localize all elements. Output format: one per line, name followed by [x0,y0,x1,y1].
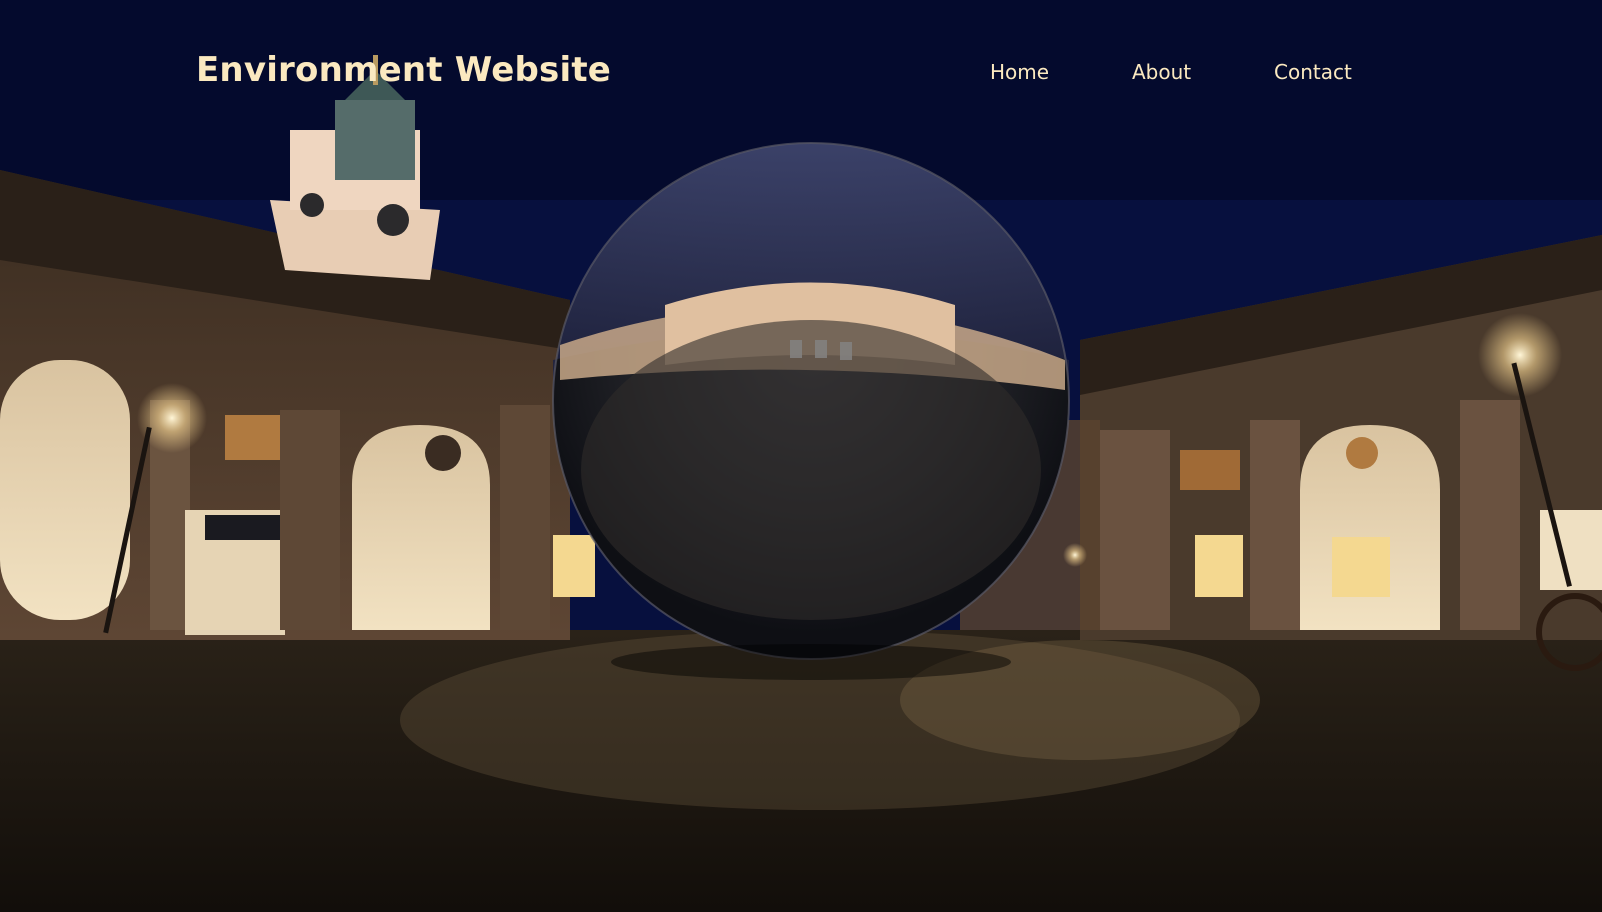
site-title: Environment Website [196,50,612,90]
nav-link-contact[interactable]: Contact [1274,60,1352,84]
nav-link-home[interactable]: Home [990,60,1049,84]
site-header: Environment Website Home About Contact [0,0,1602,150]
nav-link-about[interactable]: About [1132,60,1191,84]
environment-canvas[interactable]: Environment Website Home About Contact [0,0,1602,912]
chrome-sphere-icon [552,142,1070,660]
